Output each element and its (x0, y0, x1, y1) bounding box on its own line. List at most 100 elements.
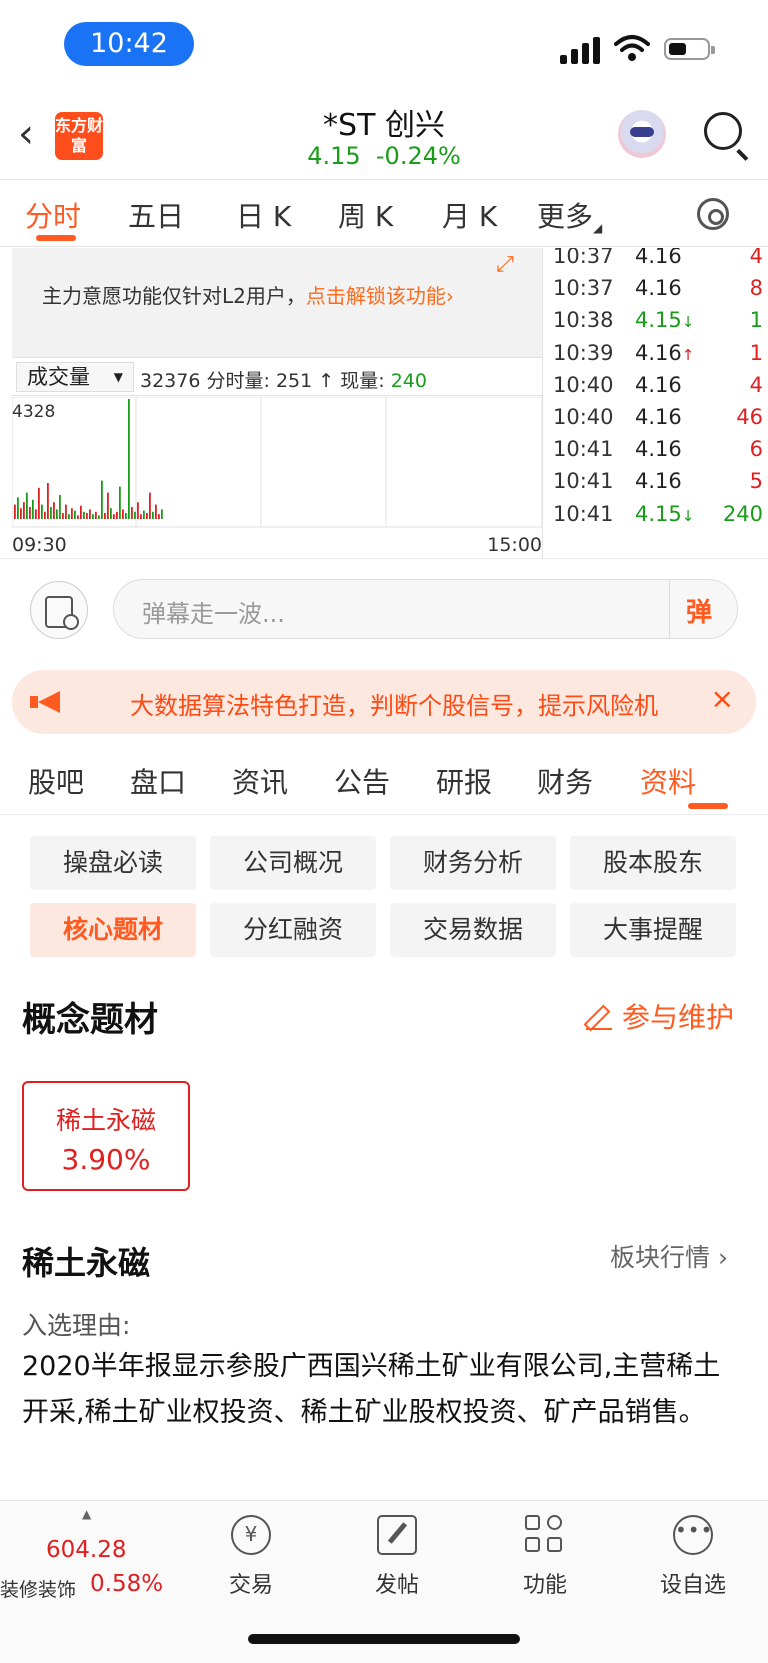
tick-time: 10:40 (553, 405, 614, 429)
nav-trade[interactable]: ¥ 交易 (206, 1515, 296, 1599)
tick-price-value: 4.16 (635, 276, 682, 301)
volume-bar (32, 499, 34, 519)
l2-banner-text: 主力意愿功能仅针对L2用户，点击解锁该功能› (42, 280, 454, 309)
tab-daily-k[interactable]: 日 K (236, 195, 291, 235)
tab-orderbook[interactable]: 盘口 (130, 761, 186, 801)
signal-icon (560, 36, 602, 64)
indicator-select[interactable]: 成交量 ▼ (16, 362, 134, 392)
tick-time: 10:41 (553, 501, 614, 526)
maintain-button[interactable]: 参与维护 (586, 996, 734, 1036)
tick-price-value: 4.16 (635, 340, 682, 365)
volume-bar (95, 511, 97, 519)
danmaku-row: 弹幕走一波... 弹 (0, 558, 768, 658)
gear-icon[interactable] (697, 198, 729, 230)
tick-volume: 5 (749, 469, 763, 494)
volume-header: 成交量 ▼ 32376 分时量: 251 ↑ 现量: 240 (12, 358, 542, 396)
volume-bar (77, 515, 79, 519)
current-volume-label: 现量: (340, 370, 385, 392)
subtab-trade-data[interactable]: 交易数据 (390, 903, 556, 957)
tick-volume: 1 (749, 308, 763, 333)
tab-research[interactable]: 研报 (436, 761, 492, 801)
l2-lock-banner: 主力意愿功能仅针对L2用户，点击解锁该功能› ⤢ (12, 248, 542, 358)
danmaku-settings-icon[interactable] (30, 581, 88, 639)
volume-bar (107, 492, 109, 519)
tab-news[interactable]: 资讯 (232, 761, 288, 801)
tab-announcements[interactable]: 公告 (334, 761, 390, 801)
tab-monthly-k[interactable]: 月 K (442, 195, 497, 235)
notice-banner[interactable]: 大数据算法特色打造，判断个股信号，提示风险机 × (12, 670, 756, 734)
tab-finance[interactable]: 财务 (537, 761, 593, 801)
volume-bar (41, 504, 43, 519)
tab-intraday[interactable]: 分时 (25, 195, 81, 235)
tick-volume: 46 (736, 405, 763, 429)
volume-bar (86, 513, 88, 519)
volume-chart: 4328 (12, 397, 542, 528)
volume-bar (26, 492, 28, 519)
volume-bar (137, 502, 139, 519)
tick-volume: 8 (749, 276, 763, 301)
caret-down-icon: ◢ (593, 221, 603, 235)
stock-change: -0.24% (375, 142, 461, 170)
home-indicator[interactable] (248, 1634, 520, 1644)
unlock-link[interactable]: 点击解锁该功能› (306, 284, 454, 308)
subtab-core-themes[interactable]: 核心题材 (30, 903, 196, 957)
tab-five-day[interactable]: 五日 (128, 195, 184, 235)
volume-bar (71, 508, 73, 519)
close-icon[interactable]: × (711, 682, 734, 715)
pencil-icon (586, 1004, 612, 1030)
axis-start-label: 09:30 (12, 534, 67, 556)
volume-bar (155, 504, 157, 519)
volume-bar (44, 511, 46, 519)
sector-quote-link[interactable]: 板块行情 › (610, 1238, 728, 1274)
volume-bar (122, 509, 124, 519)
danmaku-send-button[interactable]: 弹 (669, 580, 737, 638)
concept-card-pct: 3.90% (61, 1143, 151, 1176)
tick-row: 10:37 4.16 4 (553, 248, 765, 278)
subtab-must-read[interactable]: 操盘必读 (30, 836, 196, 890)
search-icon[interactable] (704, 112, 742, 150)
notice-text: 大数据算法特色打造，判断个股信号，提示风险机 (130, 692, 658, 720)
assistant-avatar-icon[interactable] (618, 110, 666, 158)
tick-price-value: 4.16 (635, 469, 682, 494)
concept-card[interactable]: 稀土永磁 3.90% (22, 1081, 190, 1191)
tab-weekly-k[interactable]: 周 K (338, 195, 393, 235)
tick-row: 10:41 4.16 5 (553, 469, 765, 503)
tick-time: 10:37 (553, 248, 614, 268)
tick-price-value: 4.16 (635, 405, 682, 429)
tick-time: 10:39 (553, 340, 614, 365)
tick-price-value: 4.16 (635, 248, 682, 268)
subtab-company-overview[interactable]: 公司概况 (210, 836, 376, 890)
danmaku-placeholder: 弹幕走一波... (142, 600, 285, 628)
tick-price: 4.15↓ (635, 308, 694, 332)
danmaku-input[interactable]: 弹幕走一波... 弹 (113, 579, 738, 639)
subtab-dividends[interactable]: 分红融资 (210, 903, 376, 957)
volume-bar (62, 513, 64, 519)
volume-bar (50, 507, 52, 519)
tab-more[interactable]: 更多◢ (537, 195, 602, 235)
tick-price: 4.16 (635, 373, 682, 397)
nav-trade-label: 交易 (228, 1573, 273, 1598)
tick-price-value: 4.16 (635, 372, 682, 397)
tick-price: 4.16 (635, 469, 682, 493)
expand-icon[interactable]: ⤢ (490, 252, 520, 282)
nav-post[interactable]: 发帖 (352, 1515, 442, 1599)
tab-profile[interactable]: 资料 (640, 761, 696, 801)
edit-icon (377, 1515, 417, 1555)
nav-functions[interactable]: 功能 (500, 1515, 590, 1599)
tick-list[interactable]: 10:37 4.16 4 10:37 4.16 8 10:38 4.15↓ 1 10:39 4.16… (542, 248, 768, 558)
tab-forum[interactable]: 股吧 (28, 761, 84, 801)
subtab-shareholders[interactable]: 股本股东 (570, 836, 736, 890)
volume-bar (65, 504, 67, 519)
volume-bar (29, 507, 31, 519)
subtab-events[interactable]: 大事提醒 (570, 903, 736, 957)
tick-row: 10:41 4.16 6 (553, 437, 765, 471)
subtab-financial-analysis[interactable]: 财务分析 (390, 836, 556, 890)
tick-time: 10:40 (553, 372, 614, 397)
tick-price-value: 4.16 (635, 437, 682, 462)
tick-price: 4.15↓ (635, 502, 694, 526)
volume-bar (128, 399, 130, 519)
tick-row: 10:41 4.15↓ 240 (553, 502, 765, 536)
nav-add-watchlist[interactable]: ••• 设自选 (648, 1515, 738, 1599)
yuan-refresh-icon: ¥ (231, 1515, 271, 1555)
volume-bar (161, 509, 163, 519)
